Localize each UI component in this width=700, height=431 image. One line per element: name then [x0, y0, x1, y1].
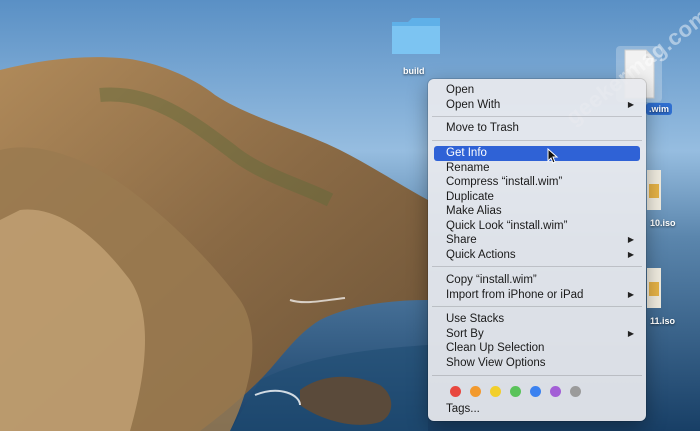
menu-item-tags[interactable]: Tags...	[434, 402, 640, 417]
menu-item-clean-up-selection[interactable]: Clean Up Selection	[434, 341, 640, 356]
chevron-right-icon: ▶	[627, 99, 634, 109]
menu-item-compress[interactable]: Compress “install.wim”	[434, 175, 640, 190]
menu-item-get-info[interactable]: Get Info	[434, 146, 640, 161]
tag-green[interactable]	[510, 386, 521, 397]
iso-file-label: 11.iso	[650, 316, 676, 326]
menu-separator	[432, 116, 642, 117]
folder-icon[interactable]	[390, 16, 442, 56]
tag-yellow[interactable]	[490, 386, 501, 397]
chevron-right-icon: ▶	[627, 289, 634, 299]
tag-purple[interactable]	[550, 386, 561, 397]
tag-red[interactable]	[450, 386, 461, 397]
tag-blue[interactable]	[530, 386, 541, 397]
menu-separator	[432, 375, 642, 376]
menu-separator	[432, 140, 642, 141]
iso-file-icon[interactable]	[647, 170, 661, 210]
menu-separator	[432, 306, 642, 307]
menu-item-open-with[interactable]: Open With ▶	[434, 98, 640, 113]
chevron-right-icon: ▶	[627, 235, 634, 244]
iso-file-label: 10.iso	[650, 218, 676, 228]
chevron-right-icon: ▶	[627, 249, 634, 259]
menu-item-show-view-options[interactable]: Show View Options	[434, 356, 640, 371]
menu-item-quick-actions[interactable]: Quick Actions ▶	[434, 248, 640, 263]
mouse-cursor-icon	[547, 148, 559, 164]
menu-item-rename[interactable]: Rename	[434, 161, 640, 176]
menu-item-copy[interactable]: Copy “install.wim”	[434, 273, 640, 288]
tag-orange[interactable]	[470, 386, 481, 397]
menu-item-import-from-iphone[interactable]: Import from iPhone or iPad ▶	[434, 288, 640, 303]
menu-item-open[interactable]: Open	[434, 83, 640, 98]
menu-item-duplicate[interactable]: Duplicate	[434, 190, 640, 205]
tag-gray[interactable]	[570, 386, 581, 397]
iso-file-icon[interactable]	[647, 268, 661, 308]
menu-item-quick-look[interactable]: Quick Look “install.wim”	[434, 219, 640, 234]
chevron-right-icon: ▶	[627, 328, 634, 338]
context-menu: Open Open With ▶ Move to Trash Get Info R…	[428, 79, 646, 421]
folder-label: build	[403, 66, 425, 76]
menu-item-make-alias[interactable]: Make Alias	[434, 204, 640, 219]
menu-item-share[interactable]: Share ▶	[434, 233, 640, 248]
menu-separator	[432, 266, 642, 267]
file-label-selected: .wim	[646, 103, 673, 115]
menu-item-move-to-trash[interactable]: Move to Trash	[434, 121, 640, 136]
menu-item-use-stacks[interactable]: Use Stacks	[434, 312, 640, 327]
menu-item-sort-by[interactable]: Sort By ▶	[434, 327, 640, 342]
